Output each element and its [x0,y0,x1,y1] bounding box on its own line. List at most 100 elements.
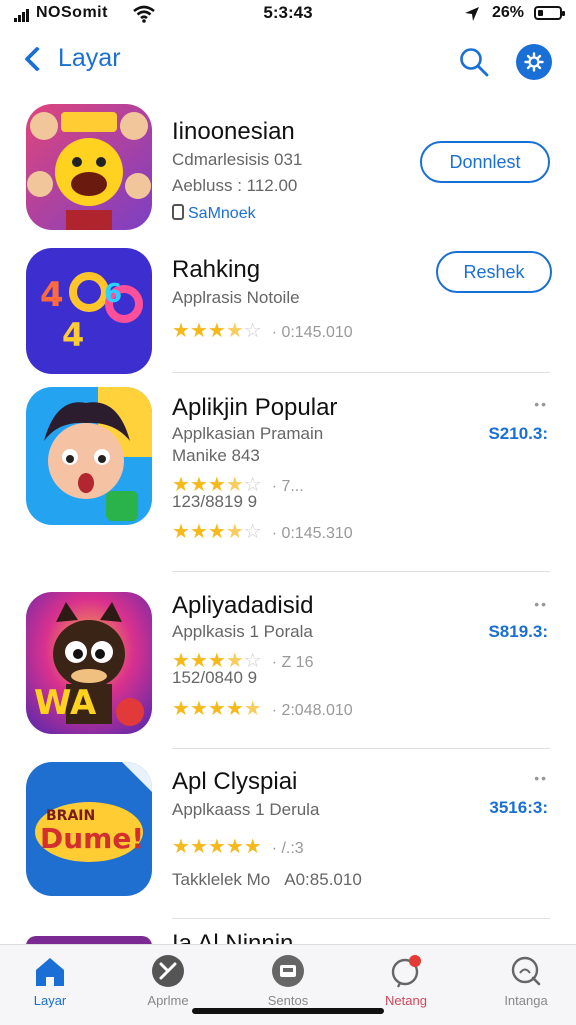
svg-text:WA: WA [34,683,97,723]
app-title-partial: Ia Al Ninnin [172,930,294,944]
status-time: 5:3:43 [263,3,313,22]
battery-percent: 26% [491,4,524,21]
more-icon[interactable]: •• [534,596,548,612]
tab-apps[interactable]: Aprlme [120,953,216,1008]
svg-text:4: 4 [62,316,84,354]
star-icon: ★ [225,521,244,543]
tab-notifications[interactable]: Netang [358,953,454,1008]
star-icon: ★ [243,836,262,858]
location-icon [465,7,479,21]
app-subtitle: Applkasis 1 Porala [172,622,313,641]
app-title: Apliyadadisid [172,592,314,619]
app-price[interactable]: S210.3: [488,424,548,444]
svg-text:4: 4 [40,275,64,315]
rating-meta: · 0:145.010 [271,324,353,341]
star-icon: ★ [172,698,190,720]
home-icon [36,958,64,986]
nav-bar: Layar [0,40,576,90]
divider [172,748,550,749]
app-icon: WA [26,592,152,734]
home-indicator[interactable] [192,1008,384,1014]
app-meta: 152/0840 9 [172,668,258,687]
star-icon: ★ [189,836,208,858]
app-meta-value: A0:85.010 [284,870,362,889]
app-icon: BRAIN Dume! [26,762,152,896]
star-icon: ★ [189,698,208,720]
app-icon: 4 4 6 [26,248,152,374]
app-subtitle: Cdmarlesisis 031 [172,150,303,169]
star-icon: ★ [172,320,190,342]
apps-icon [152,955,184,987]
app-title: Apl Clyspiai [172,768,298,795]
settings-button[interactable] [516,44,552,80]
svg-text:Dume!: Dume! [40,822,144,855]
star-icon: ★ [172,836,190,858]
app-price[interactable]: S819.3: [488,622,548,642]
search-icon[interactable] [458,46,490,78]
star-icon: ★ [207,320,226,342]
rating-meta: · /.:3 [271,840,304,857]
refresh-button[interactable]: Reshek [436,251,552,293]
star-icon: ★ [225,320,244,342]
tab-label: Aprlme [147,993,189,1008]
battery-icon [534,6,565,20]
notification-icon [391,955,421,988]
star-icon: ★ [189,320,208,342]
list-item[interactable]: 4 4 6 Rahking Applrasis Notoile ★★★★☆ · 0… [0,246,576,376]
tab-games[interactable]: Sentos [240,953,336,1008]
list-item[interactable]: Iinoonesian Cdmarlesisis 031 Aebluss : 1… [0,100,576,240]
back-button[interactable]: Layar [20,44,121,73]
chevron-left-icon [24,45,50,72]
games-icon [272,955,304,987]
rating-meta: · Z 16 [271,654,314,671]
star-icon: ★ [207,836,226,858]
star-rating: ★★★★☆ · 0:145.310 [172,519,353,544]
rating-meta: · 2:048.010 [271,702,353,719]
list-item[interactable]: BRAIN Dume! Apl Clyspiai Applkaass 1 Der… [0,760,576,920]
tab-label: Netang [385,993,427,1008]
status-bar: NOSomit 5:3:43 26% [0,0,576,28]
star-icon: ★ [207,698,226,720]
tab-label: Intanga [504,993,548,1008]
app-meta-label: Takklelek Mo [172,870,271,889]
app-link[interactable]: SaMnoek [172,204,256,223]
more-icon[interactable]: •• [534,396,548,412]
more-icon[interactable]: •• [534,770,548,786]
app-title: Rahking [172,256,261,283]
rating-meta: · 0:145.310 [271,525,353,542]
app-price[interactable]: 3516:3: [489,798,548,818]
battery-fill [538,10,543,16]
back-label: Layar [58,44,121,72]
list-item[interactable]: WA Apliyadadisid Applkasis 1 Porala ★★★★… [0,586,576,746]
star-rating: ★★★★★ · /.:3 [172,834,304,859]
app-title: Iinoonesian [172,118,295,145]
document-icon [172,204,184,220]
app-title: Aplikjin Popular [172,394,338,421]
star-rating: ★★★★☆ · 0:145.010 [172,318,353,343]
app-link-label: SaMnoek [188,205,256,222]
list-item[interactable]: Aplikjin Popular Applkasian Pramain Mani… [0,384,576,564]
divider [172,918,550,919]
tab-search[interactable]: Intanga [478,953,574,1008]
divider [172,571,550,572]
app-meta: Manike 843 [172,446,260,465]
divider [172,372,550,373]
app-meta: Aebluss : 112.00 [172,176,298,195]
tab-label: Layar [33,993,67,1008]
app-icon [26,387,152,525]
star-icon: ★ [207,521,226,543]
tab-home[interactable]: Layar [2,953,98,1008]
gear-icon [524,52,544,72]
download-button[interactable]: Donnlest [420,141,550,183]
search-tab-icon [511,956,541,986]
star-icon: ☆ [243,320,262,342]
star-rating: ★★★★★ · 2:048.010 [172,696,353,721]
app-icon [26,104,152,230]
tab-label: Sentos [267,993,309,1008]
star-icon: ★ [243,698,262,720]
app-subtitle: Applkasian Pramain [172,424,324,443]
star-icon: ☆ [243,521,262,543]
app-meta: Takklelek Mo A0:85.010 [172,870,362,890]
star-icon: ★ [189,521,208,543]
svg-text:6: 6 [104,279,122,309]
